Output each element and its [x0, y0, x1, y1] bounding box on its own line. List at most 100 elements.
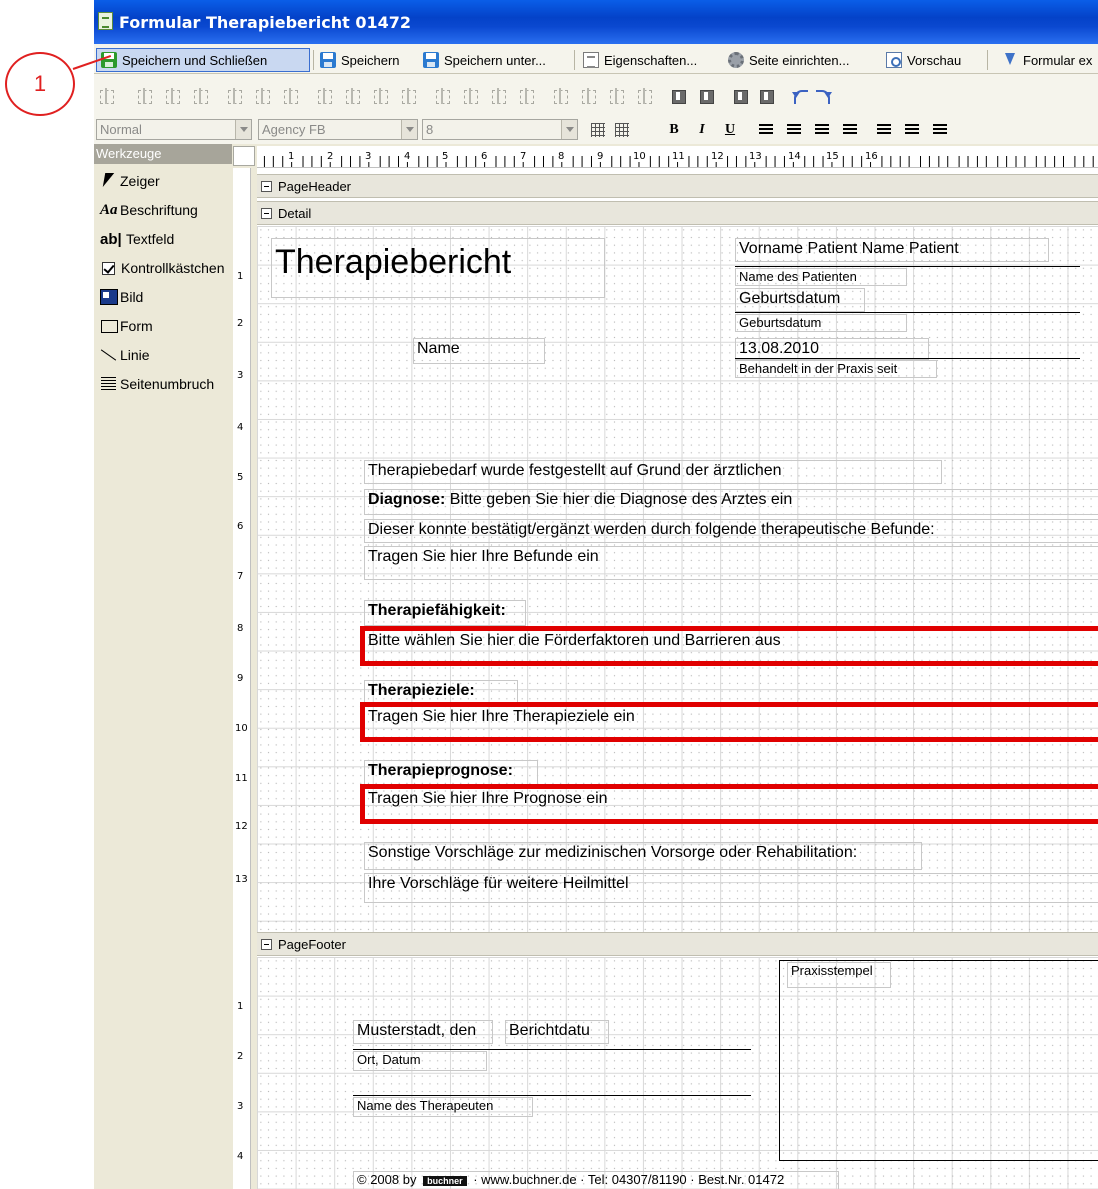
tool-shape[interactable]: Form	[100, 315, 153, 337]
grid-icon[interactable]	[588, 120, 608, 140]
ability-label[interactable]: Therapiefähigkeit:	[364, 600, 526, 626]
font-size-select[interactable]: 8	[422, 119, 578, 140]
h-spacing-decrease-icon[interactable]	[490, 88, 506, 104]
ruler-corner[interactable]	[233, 146, 255, 166]
style-select[interactable]: Normal	[96, 119, 252, 140]
v-spacing-decrease-icon[interactable]	[608, 88, 624, 104]
tool-image[interactable]: Bild	[100, 286, 143, 308]
bullet-list-icon[interactable]	[874, 120, 894, 140]
font-select[interactable]: Agency FB	[258, 119, 418, 140]
band-detail[interactable]: Detail	[257, 201, 1098, 225]
band-page-header[interactable]: PageHeader	[257, 174, 1098, 198]
diagnosis-field[interactable]: Diagnose: Bitte geben Sie hier die Diagn…	[364, 489, 1098, 515]
dob-label[interactable]: Geburtsdatum	[735, 314, 907, 332]
confirm-text[interactable]: Dieser konnte bestätigt/ergänzt werden d…	[364, 519, 1098, 543]
name-field[interactable]: Name	[413, 338, 545, 364]
treated-since-field[interactable]: 13.08.2010	[735, 338, 929, 360]
size-to-grid-icon[interactable]	[400, 88, 416, 104]
tools-header: Werkzeuge	[94, 144, 232, 164]
pointer-icon	[100, 173, 118, 189]
gear-icon	[728, 52, 744, 68]
align-right-icon[interactable]	[192, 88, 208, 104]
place-date-label[interactable]: Ort, Datum	[353, 1051, 487, 1071]
tool-line[interactable]: Linie	[100, 344, 150, 366]
align-text-right-icon[interactable]	[812, 120, 832, 140]
center-horizontally-icon[interactable]	[670, 88, 686, 104]
underline-button[interactable]: U	[720, 120, 740, 140]
preview-button[interactable]: Vorschau	[882, 48, 965, 72]
v-spacing-increase-icon[interactable]	[580, 88, 596, 104]
therapist-label[interactable]: Name des Therapeuten	[353, 1097, 533, 1117]
design-canvas: PageHeader Detail Therapiebericht Vornam…	[257, 168, 1098, 1189]
bold-button[interactable]: B	[664, 120, 684, 140]
page-setup-button[interactable]: Seite einrichten...	[724, 48, 853, 72]
tool-label[interactable]: Aa Beschriftung	[100, 199, 198, 221]
need-text[interactable]: Therapiebedarf wurde festgestellt auf Gr…	[364, 460, 942, 484]
justify-text-icon[interactable]	[840, 120, 860, 140]
horizontal-ruler: 1 2 3 4 5 6 7 8 9 10 11 12 13 14 15 16	[257, 146, 1098, 168]
same-width-icon[interactable]	[344, 88, 360, 104]
band-page-footer[interactable]: PageFooter	[257, 932, 1098, 956]
save-button[interactable]: Speichern	[316, 48, 404, 72]
buchner-logo: buchner	[423, 1176, 467, 1186]
tool-textbox[interactable]: ab| Textfeld	[100, 228, 174, 250]
highlight-ability	[360, 626, 1098, 666]
same-height-icon[interactable]	[372, 88, 388, 104]
align-bottom-icon[interactable]	[282, 88, 298, 104]
patient-name-field[interactable]: Vorname Patient Name Patient	[735, 238, 1049, 262]
image-icon	[100, 289, 118, 305]
prognosis-label[interactable]: Therapieprognose:	[364, 760, 538, 786]
undo-icon[interactable]	[792, 88, 808, 104]
same-size-icon[interactable]	[316, 88, 332, 104]
align-top-icon[interactable]	[226, 88, 242, 104]
h-spacing-equal-icon[interactable]	[434, 88, 450, 104]
send-to-back-icon[interactable]	[758, 88, 774, 104]
properties-icon	[583, 52, 599, 68]
export-button[interactable]: Formular ex	[998, 48, 1096, 72]
collapse-icon[interactable]	[261, 207, 272, 219]
decrease-indent-icon[interactable]	[902, 120, 922, 140]
callout-number: 1	[5, 52, 75, 116]
report-title[interactable]: Therapiebericht	[271, 238, 605, 298]
properties-button[interactable]: Eigenschaften...	[579, 48, 701, 72]
other-field[interactable]: Ihre Vorschläge für weitere Heilmittel	[364, 873, 1098, 903]
collapse-icon[interactable]	[261, 938, 272, 950]
title-bar: Formular Therapiebericht 01472	[94, 0, 1098, 44]
dob-field[interactable]: Geburtsdatum	[735, 288, 865, 312]
v-spacing-equal-icon[interactable]	[552, 88, 568, 104]
highlight-goals	[360, 702, 1098, 742]
h-spacing-remove-icon[interactable]	[518, 88, 534, 104]
other-text[interactable]: Sonstige Vorschläge zur medizinischen Vo…	[364, 842, 922, 870]
preview-icon	[886, 52, 902, 68]
city-field[interactable]: Musterstadt, den	[353, 1020, 493, 1044]
line-icon	[100, 347, 118, 363]
align-text-center-icon[interactable]	[784, 120, 804, 140]
align-center-icon[interactable]	[164, 88, 180, 104]
align-grid-icon[interactable]	[98, 88, 114, 104]
stamp-label[interactable]: Praxisstempel	[787, 962, 891, 988]
tool-checkbox[interactable]: Kontrollkästchen	[100, 257, 225, 279]
findings-field[interactable]: Tragen Sie hier Ihre Befunde ein	[364, 546, 1098, 580]
increase-indent-icon[interactable]	[930, 120, 950, 140]
h-spacing-increase-icon[interactable]	[462, 88, 478, 104]
collapse-icon[interactable]	[261, 180, 272, 192]
copyright-line[interactable]: © 2008 by buchner · www.buchner.de · Tel…	[353, 1171, 839, 1189]
report-date-field[interactable]: Berichtdatu	[505, 1020, 609, 1044]
stamp-box[interactable]	[779, 960, 1098, 1161]
snap-to-grid-icon[interactable]	[612, 120, 632, 140]
patient-name-label[interactable]: Name des Patienten	[735, 268, 907, 286]
save-as-button[interactable]: Speichern unter...	[419, 48, 550, 72]
redo-icon[interactable]	[816, 88, 832, 104]
center-vertically-icon[interactable]	[698, 88, 714, 104]
tool-page-break[interactable]: Seitenumbruch	[100, 373, 214, 395]
align-text-left-icon[interactable]	[756, 120, 776, 140]
italic-button[interactable]: I	[692, 120, 712, 140]
tool-pointer[interactable]: Zeiger	[100, 170, 160, 192]
align-left-icon[interactable]	[136, 88, 152, 104]
save-and-close-button[interactable]: Speichern und Schließen	[96, 48, 310, 72]
bring-to-front-icon[interactable]	[732, 88, 748, 104]
format-toolbar: Normal Agency FB 8 B I U	[94, 116, 1098, 144]
align-middle-icon[interactable]	[254, 88, 270, 104]
v-spacing-remove-icon[interactable]	[636, 88, 652, 104]
treated-since-label[interactable]: Behandelt in der Praxis seit	[735, 360, 937, 378]
